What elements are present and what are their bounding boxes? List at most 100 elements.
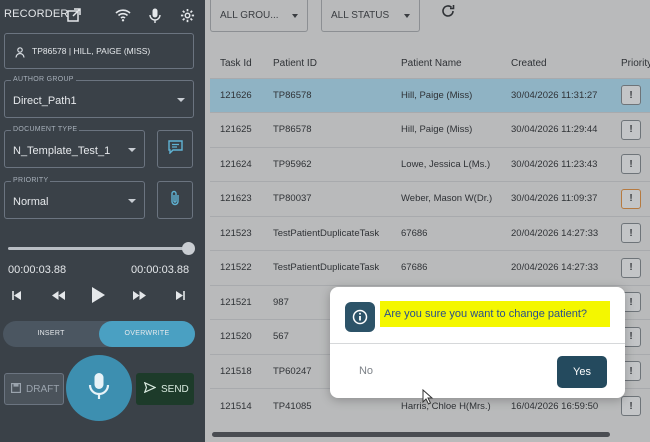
no-button[interactable]: No	[348, 361, 384, 381]
send-label: SEND	[161, 383, 189, 395]
document-type-select[interactable]: DOCUMENT TYPE N_Template_Test_1	[4, 126, 145, 168]
cell-task-id: 121521	[210, 284, 263, 320]
chevron-down-icon	[292, 14, 298, 18]
priority-value: Normal	[13, 196, 49, 208]
send-button[interactable]: SEND	[136, 373, 194, 405]
priority-select[interactable]: PRIORITY Normal	[4, 177, 145, 219]
cell-patient-name: 67686	[391, 215, 501, 251]
cell-created: 30/04/2026 11:23:43	[501, 146, 611, 182]
mouse-pointer-icon	[422, 388, 434, 405]
priority-alert-icon[interactable]: !	[621, 396, 641, 416]
column-header[interactable]: Priority	[611, 50, 650, 78]
status-filter[interactable]: ALL STATUS	[321, 0, 420, 32]
recorder-panel: RECORDER TP86578 | HILL, PAIGE (MISS) AU…	[0, 0, 205, 442]
cell-priority: !	[611, 181, 650, 216]
draft-label: DRAFT	[26, 383, 60, 395]
document-type-label: DOCUMENT TYPE	[11, 126, 80, 133]
overwrite-mode-option[interactable]: OVERWRITE	[99, 321, 195, 347]
table-row[interactable]: 121624 TP95962 Lowe, Jessica L(Ms.) 30/04/2…	[210, 146, 650, 182]
table-row[interactable]: 121522 TestPatientDuplicateTask 67686 20/04…	[210, 250, 650, 285]
insert-overwrite-toggle: INSERT OVERWRITE	[3, 321, 195, 347]
cell-created: 30/04/2026 11:29:44	[501, 112, 611, 147]
column-header[interactable]: Created	[501, 50, 611, 78]
cell-task-id: 121624	[210, 146, 263, 182]
table-row[interactable]: 121523 TestPatientDuplicateTask 67686 20/04…	[210, 215, 650, 251]
dialog-message: Are you sure you want to change patient?	[380, 301, 610, 327]
fast-forward-icon[interactable]	[131, 288, 147, 302]
column-header[interactable]: Patient Name	[391, 50, 501, 78]
table-row[interactable]: 121626 TP86578 Hill, Paige (Miss) 30/04/202…	[210, 77, 650, 113]
paperclip-icon	[169, 190, 181, 211]
skip-to-start-icon[interactable]	[10, 288, 24, 302]
cell-patient-name: Lowe, Jessica L(Ms.)	[391, 146, 501, 182]
record-button[interactable]	[66, 355, 132, 421]
recorder-title: RECORDER	[4, 8, 69, 20]
cell-patient-id: TP86578	[263, 77, 391, 113]
yes-button[interactable]: Yes	[557, 356, 607, 388]
cell-task-id: 121623	[210, 181, 263, 216]
chevron-down-icon	[404, 14, 410, 18]
elapsed-time: 00:00:03.88	[8, 264, 67, 276]
cell-priority: !	[611, 77, 650, 113]
priority-alert-icon[interactable]: !	[621, 257, 641, 278]
group-filter[interactable]: ALL GROU...	[210, 0, 308, 32]
document-type-value: N_Template_Test_1	[13, 145, 111, 157]
priority-alert-icon[interactable]: !	[621, 223, 641, 244]
horizontal-scrollbar[interactable]	[212, 432, 610, 437]
refresh-icon[interactable]	[441, 4, 457, 20]
cell-patient-id: TP86578	[263, 112, 391, 147]
priority-alert-icon[interactable]: !	[621, 119, 641, 140]
priority-label: PRIORITY	[11, 177, 51, 184]
cell-task-id: 121514	[210, 388, 263, 423]
cell-task-id: 121626	[210, 77, 263, 113]
comment-button[interactable]	[157, 130, 193, 168]
column-header[interactable]: Task Id	[210, 50, 263, 78]
cell-patient-name: Weber, Mason W(Dr.)	[391, 181, 501, 216]
wifi-icon	[114, 6, 132, 24]
external-link-icon[interactable]	[65, 6, 83, 24]
dialog-divider	[330, 343, 625, 344]
cell-patient-id: TestPatientDuplicateTask	[263, 215, 391, 251]
change-patient-dialog: Are you sure you want to change patient?…	[330, 287, 625, 398]
rewind-icon[interactable]	[50, 288, 66, 302]
priority-alert-icon[interactable]: !	[621, 188, 641, 209]
cell-task-id: 121518	[210, 353, 263, 389]
cell-patient-id: TestPatientDuplicateTask	[263, 250, 391, 285]
cell-created: 30/04/2026 11:09:37	[501, 181, 611, 216]
microphone-icon	[88, 372, 110, 405]
table-row[interactable]: 121623 TP80037 Weber, Mason W(Dr.) 30/04/20…	[210, 181, 650, 216]
table-row[interactable]: 121625 TP86578 Hill, Paige (Miss) 30/04/202…	[210, 112, 650, 147]
priority-alert-icon[interactable]: !	[621, 85, 641, 106]
cell-priority: !	[611, 215, 650, 251]
author-group-label: AUTHOR GROUP	[11, 76, 76, 83]
recorder-topbar: RECORDER	[0, 0, 205, 30]
table-header-row: Task Id Patient ID Patient Name Created …	[210, 50, 650, 78]
gear-icon[interactable]	[178, 6, 196, 24]
mic-small-icon[interactable]	[146, 6, 164, 24]
cell-patient-id: TP95962	[263, 146, 391, 182]
send-icon	[143, 381, 157, 396]
person-icon	[15, 45, 25, 63]
draft-button[interactable]: DRAFT	[4, 373, 64, 405]
patient-selector[interactable]: TP86578 | HILL, PAIGE (MISS)	[4, 33, 194, 69]
cell-created: 20/04/2026 14:27:33	[501, 250, 611, 285]
current-patient-label: TP86578 | HILL, PAIGE (MISS)	[32, 46, 151, 56]
chevron-down-icon	[177, 98, 185, 102]
insert-mode-option[interactable]: INSERT	[3, 321, 99, 347]
cell-created: 20/04/2026 14:27:33	[501, 215, 611, 251]
comment-icon	[167, 139, 183, 159]
priority-alert-icon[interactable]: !	[621, 154, 641, 175]
attachment-button[interactable]	[157, 181, 193, 219]
cell-priority: !	[611, 112, 650, 147]
status-filter-value: ALL STATUS	[331, 10, 390, 21]
author-group-select[interactable]: AUTHOR GROUP Direct_Path1	[4, 76, 194, 118]
cell-created: 30/04/2026 11:31:27	[501, 77, 611, 113]
save-icon	[11, 382, 22, 396]
playback-progress-handle[interactable]	[181, 242, 195, 255]
cell-patient-name: Hill, Paige (Miss)	[391, 77, 501, 113]
skip-to-end-icon[interactable]	[173, 288, 187, 302]
cell-task-id: 121625	[210, 112, 263, 147]
playback-progress-track[interactable]	[8, 247, 188, 250]
column-header[interactable]: Patient ID	[263, 50, 391, 78]
play-icon[interactable]	[89, 286, 107, 304]
